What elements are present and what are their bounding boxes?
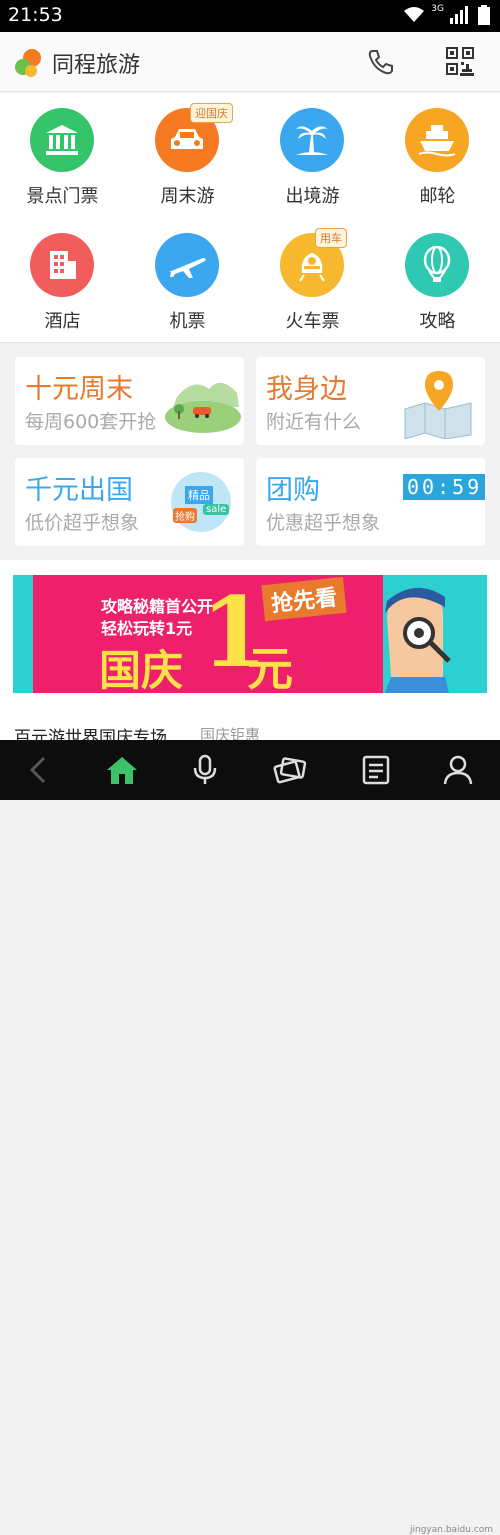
national-day-banner[interactable]: 攻略秘籍首公开 轻松玩转1元 国庆 1 元 抢先看 — [13, 575, 487, 693]
banner-yuan: 元 — [247, 642, 293, 693]
sale-tag-text: 抢购 — [173, 508, 197, 523]
category-circle — [280, 108, 344, 172]
watermark-text: jingyan.baidu.com — [410, 1525, 494, 1535]
airplane-icon — [169, 258, 206, 278]
promo-title: 我身边 — [266, 374, 347, 405]
category-circle — [155, 233, 219, 297]
category-hotel[interactable]: 酒店 — [0, 218, 125, 338]
battery-icon — [478, 5, 490, 25]
app-title: 同程旅游 — [52, 53, 141, 78]
status-time: 21:53 — [8, 4, 63, 26]
back-arrow-icon[interactable] — [22, 754, 58, 786]
promo-subtitle: 每周600套开抢 — [25, 411, 157, 433]
orders-list-icon[interactable] — [358, 754, 394, 786]
network-label: 3G — [431, 4, 444, 14]
category-weekend-trip[interactable]: 迎国庆 周末游 — [125, 93, 250, 213]
promo-badge: 迎国庆 — [190, 103, 233, 123]
banner-line1: 攻略秘籍首公开 — [101, 597, 214, 616]
user-profile-icon[interactable] — [440, 754, 476, 786]
category-label: 攻略 — [419, 311, 456, 332]
promo-card-ten-yuan-weekend[interactable]: 十元周末 每周600套开抢 — [15, 357, 244, 445]
category-train[interactable]: 用车 火车票 — [250, 218, 375, 338]
category-label: 邮轮 — [419, 186, 456, 207]
promo-title: 十元周末 — [25, 374, 133, 405]
status-bar: 21:53 3G — [0, 0, 500, 32]
banner-line2: 轻松玩转1元 — [101, 619, 193, 638]
category-grid: 景点门票 迎国庆 周末游 出境游 邮轮 酒店 机票 用车 火车票 攻略 — [0, 93, 500, 343]
promo-card-nearby[interactable]: 我身边 附近有什么 — [256, 357, 485, 445]
promo-card-group-buy[interactable]: 团购 优惠超乎想象 00:59 — [256, 458, 485, 546]
category-cruise[interactable]: 邮轮 — [375, 93, 500, 213]
category-circle — [30, 233, 94, 297]
microphone-icon[interactable] — [187, 754, 223, 786]
category-scenic-tickets[interactable]: 景点门票 — [0, 93, 125, 213]
wifi-icon — [404, 7, 425, 22]
museum-icon — [46, 125, 78, 155]
palm-tree-icon — [296, 126, 328, 155]
category-label: 机票 — [169, 311, 206, 332]
promo-subtitle: 附近有什么 — [266, 411, 362, 433]
home-icon[interactable] — [104, 754, 140, 786]
category-label: 火车票 — [285, 311, 340, 332]
hot-air-balloon-icon — [423, 246, 451, 282]
weekend-car-illustration-icon — [165, 382, 241, 433]
train-icon — [299, 253, 325, 282]
promo-title: 千元出国 — [25, 475, 133, 506]
car-icon — [171, 129, 203, 149]
category-label: 酒店 — [44, 311, 81, 332]
bottom-nav-bar: jingyan.baidu.com — [0, 740, 500, 1535]
hotel-building-icon — [50, 251, 76, 279]
qr-scan-icon[interactable] — [446, 47, 474, 77]
magnifier-character-icon — [385, 587, 451, 693]
countdown-timer: 00:59 — [403, 474, 485, 500]
phone-icon[interactable] — [366, 48, 394, 76]
category-flight[interactable]: 机票 — [125, 218, 250, 338]
app-logo-icon — [15, 49, 41, 77]
banner-big-text: 国庆 — [99, 646, 184, 693]
promo-title: 团购 — [266, 475, 320, 506]
tickets-icon[interactable] — [272, 754, 308, 786]
status-icons: 3G — [403, 4, 490, 25]
promo-subtitle: 低价超乎想象 — [25, 512, 140, 534]
promo-badge: 用车 — [315, 228, 347, 248]
signal-icon — [450, 6, 468, 24]
app-header: 同程旅游 — [0, 32, 500, 92]
category-label: 周末游 — [160, 186, 215, 207]
category-label: 出境游 — [285, 186, 340, 207]
category-circle — [30, 108, 94, 172]
category-overseas-trip[interactable]: 出境游 — [250, 93, 375, 213]
section-header: 百元游世界国庆专场 国庆钜惠 — [0, 705, 500, 748]
category-guide[interactable]: 攻略 — [375, 218, 500, 338]
banner-section: 攻略秘籍首公开 轻松玩转1元 国庆 1 元 抢先看 — [0, 560, 500, 705]
sale-tag-text: sale — [203, 504, 230, 515]
category-circle — [405, 108, 469, 172]
promo-subtitle: 优惠超乎想象 — [266, 512, 381, 534]
promo-card-thousand-yuan-abroad[interactable]: 千元出国 低价超乎想象 精品 抢购 sale — [15, 458, 244, 546]
category-label: 景点门票 — [26, 186, 99, 207]
category-circle — [405, 233, 469, 297]
cruise-ship-icon — [418, 125, 456, 157]
sale-tag-illustration: 精品 抢购 sale — [171, 472, 231, 532]
map-pin-icon — [404, 371, 472, 439]
sale-tag-text: 精品 — [185, 486, 213, 504]
